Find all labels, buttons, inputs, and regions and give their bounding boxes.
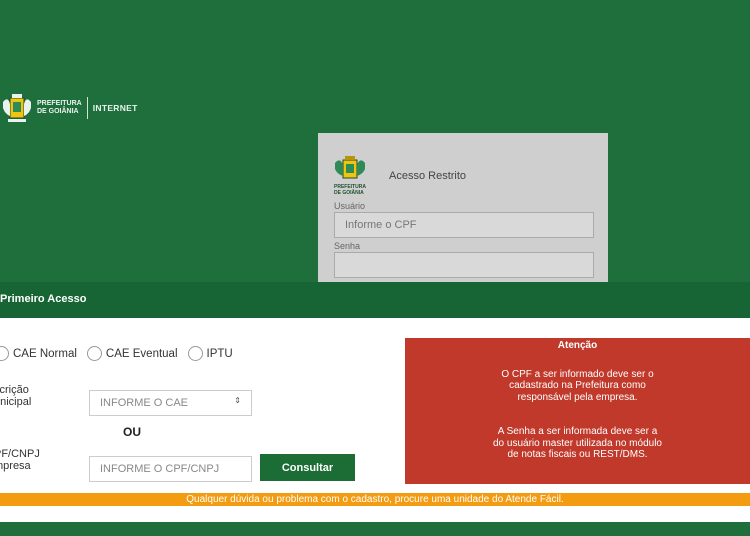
attention-box: Atenção O CPF a ser informado deve ser o…: [405, 338, 750, 484]
radio-circle-icon[interactable]: [187, 346, 203, 361]
footer-bar: [0, 522, 750, 536]
ou-separator: OU: [123, 425, 141, 439]
logo-text: PREFEITURA DE GOIÂNIA: [37, 100, 82, 115]
logo-internet: INTERNET: [92, 103, 138, 113]
stepper-arrows-icon[interactable]: ⇕: [234, 396, 241, 405]
footer-spacer: [0, 506, 750, 522]
goiania-crest-icon: [3, 94, 31, 122]
goiania-crest-icon: [335, 156, 365, 179]
cpf-cnpj-input[interactable]: INFORME O CPF/CNPJ: [89, 456, 252, 482]
cpf-cnpj-label: PF/CNPJ mpresa: [0, 448, 40, 472]
radio-iptu[interactable]: IPTU: [187, 346, 233, 361]
attention-paragraph-senha: A Senha a ser informada deve ser a do us…: [493, 426, 662, 460]
radio-circle-icon[interactable]: [86, 346, 102, 361]
login-panel: PREFEITURA DE GOIÂNIA Acesso Restrito Us…: [318, 133, 608, 282]
attention-paragraph-cpf: O CPF a ser informado deve ser o cadastr…: [501, 368, 654, 403]
primeiro-acesso-bar: Primeiro Acesso: [0, 282, 750, 318]
cae-input[interactable]: INFORME O CAE ⇕: [89, 390, 252, 416]
logo-divider: [86, 97, 88, 119]
radio-cae-normal[interactable]: CAE Normal: [0, 346, 77, 361]
user-input[interactable]: Informe o CPF: [334, 212, 594, 238]
primeiro-acesso-title: Primeiro Acesso: [0, 293, 87, 305]
attention-title: Atenção: [557, 340, 598, 351]
login-title: Acesso Restrito: [389, 170, 467, 182]
user-label: Usuário: [334, 201, 366, 211]
help-notice-bar: Qualquer dúvida ou problema com o cadast…: [0, 493, 750, 506]
password-label: Senha: [334, 241, 361, 251]
primeiro-acesso-panel: CAE Normal CAE Eventual IPTU scrição uni…: [0, 318, 750, 493]
consultar-button[interactable]: Consultar: [260, 454, 355, 481]
inscricao-municipal-label: scrição unicipal: [0, 384, 32, 408]
login-logo-text: PREFEITURA DE GOIÂNIA: [334, 184, 366, 196]
password-input[interactable]: [334, 252, 594, 278]
radio-circle-icon[interactable]: [0, 346, 9, 361]
radio-cae-eventual[interactable]: CAE Eventual: [86, 346, 178, 361]
prefeitura-logo[interactable]: PREFEITURA DE GOIÂNIA INTERNET: [0, 92, 138, 124]
radio-group: CAE Normal CAE Eventual IPTU: [0, 346, 243, 361]
